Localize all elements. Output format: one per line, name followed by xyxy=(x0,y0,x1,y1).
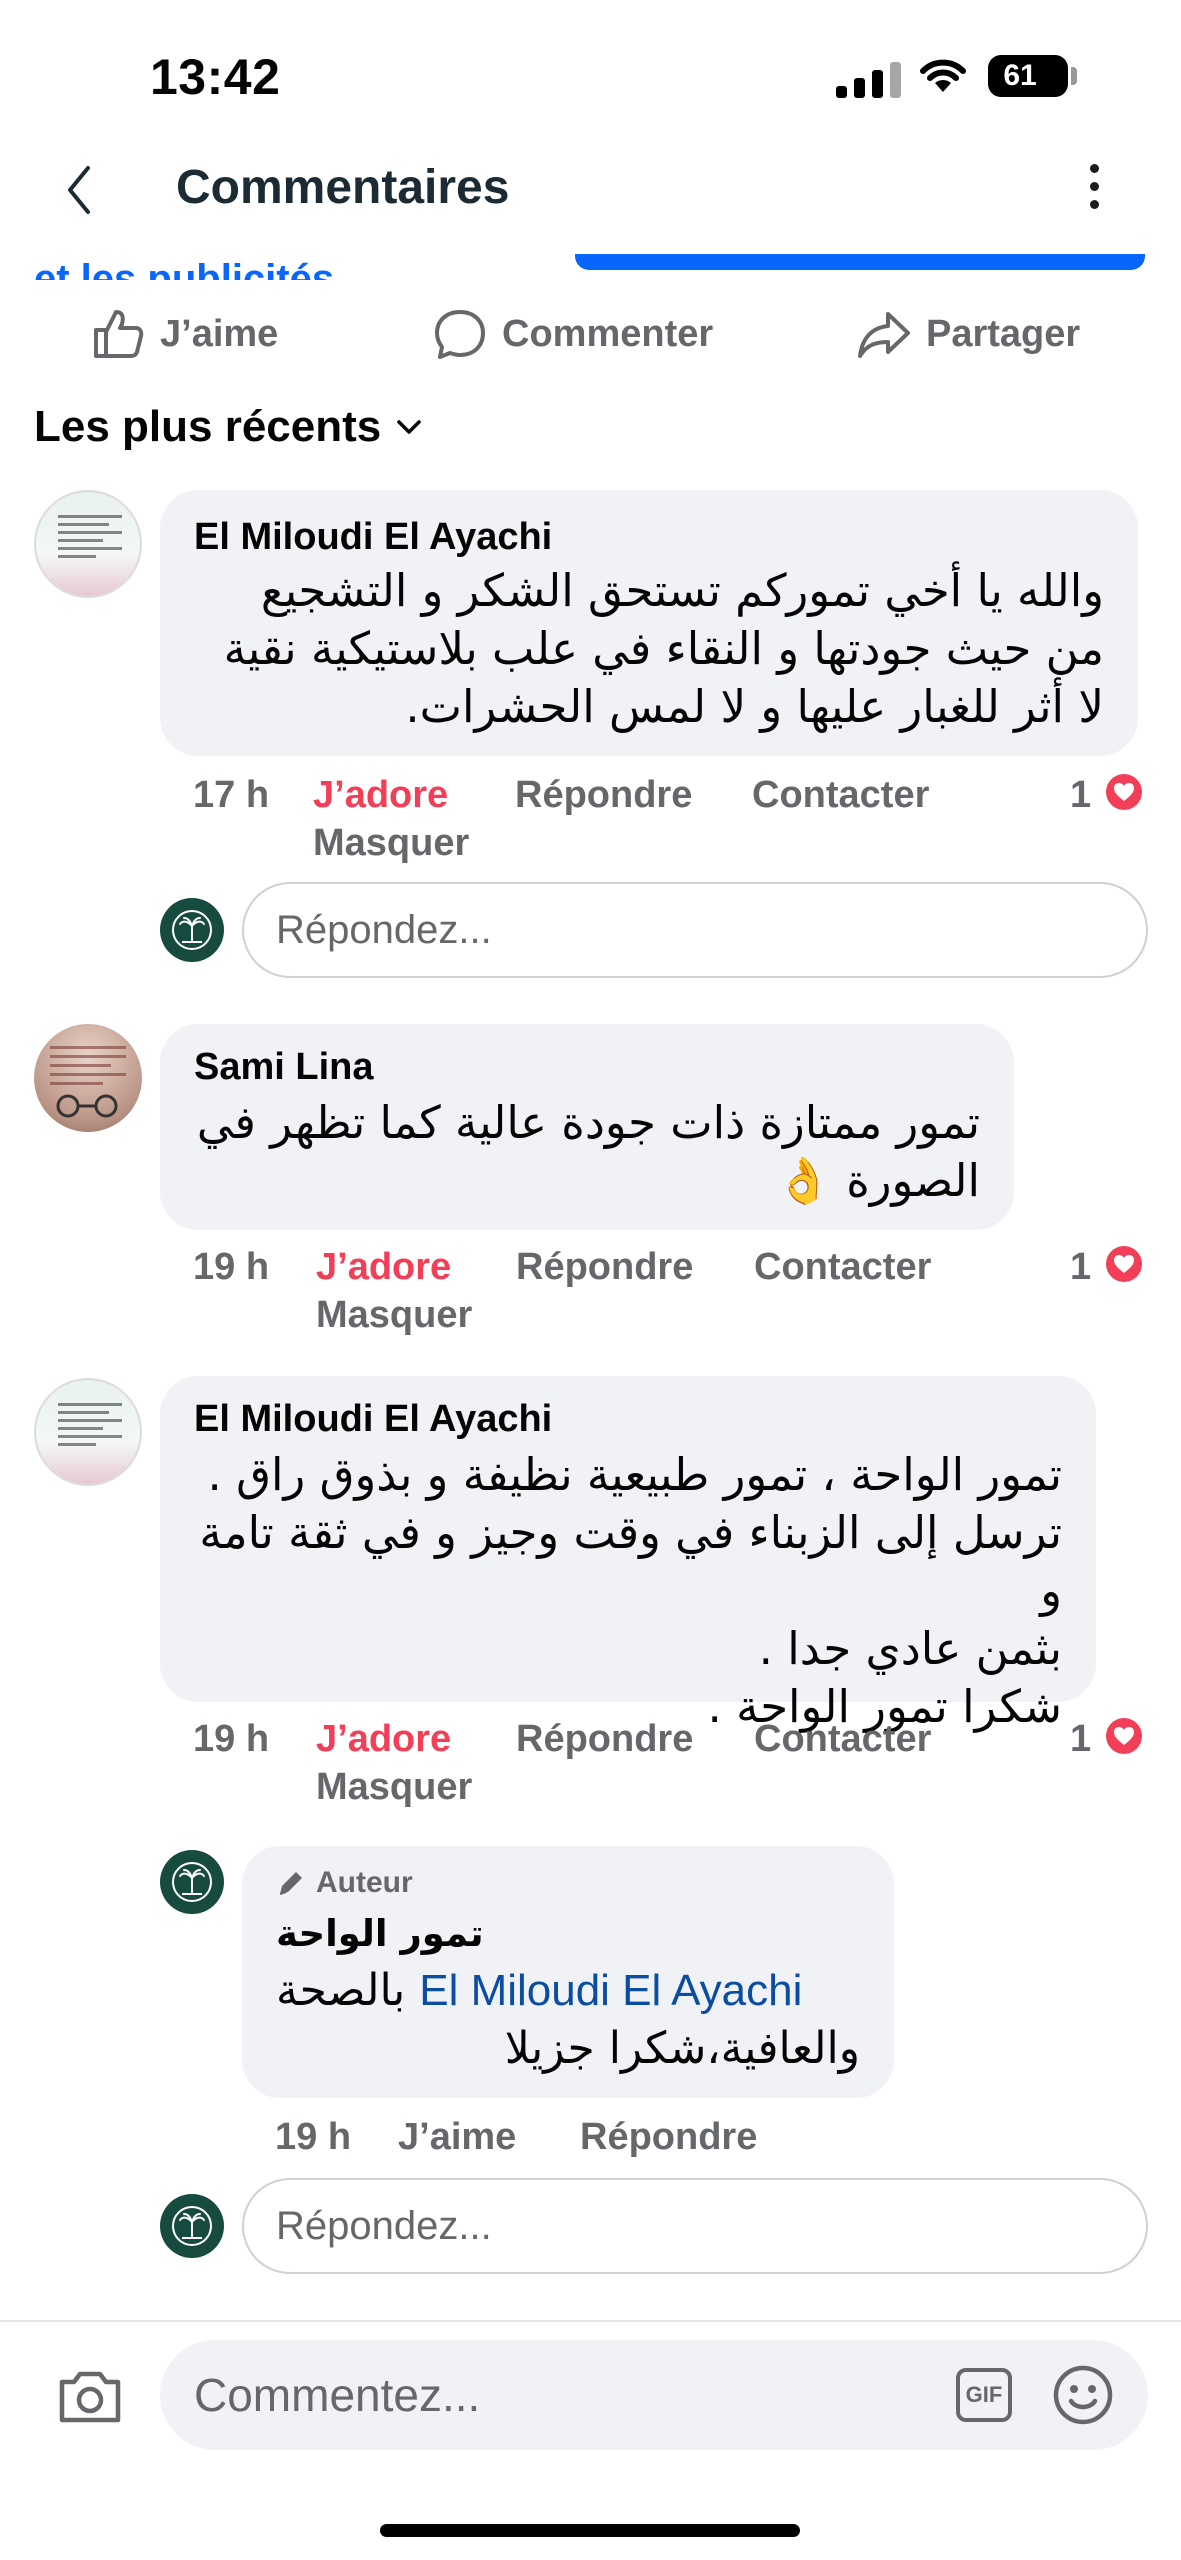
contact-button[interactable]: Contacter xyxy=(752,774,929,817)
comment-line: تمور الواحة ، تمور طبيعية نظيفة و بذوق ر… xyxy=(207,1448,1062,1501)
reply-input[interactable]: Répondez... xyxy=(242,882,1148,978)
like-button[interactable]: J’aime xyxy=(90,306,278,362)
reaction-count[interactable]: 1 xyxy=(1070,774,1091,817)
comment-bubble[interactable]: Sami Lina تمور ممتازة ذات جودة عالية كما… xyxy=(160,1024,1014,1230)
hide-button[interactable]: Masquer xyxy=(316,1294,472,1337)
chevron-down-icon xyxy=(397,420,422,434)
home-indicator[interactable] xyxy=(380,2524,800,2537)
comment-bubble[interactable]: El Miloudi El Ayachi تمور الواحة ، تمور … xyxy=(160,1376,1096,1733)
comment-line: بثمن عادي جدا . xyxy=(758,1622,1062,1675)
page-avatar[interactable] xyxy=(160,1850,224,1914)
battery-icon: 61 xyxy=(988,55,1077,97)
comment-time: 19 h xyxy=(193,1246,270,1288)
sort-dropdown[interactable]: Les plus récents xyxy=(34,402,423,452)
more-vertical-icon[interactable] xyxy=(1090,164,1099,209)
author-badge-label: Auteur xyxy=(316,1866,413,1899)
reaction-count[interactable]: 1 xyxy=(1070,1718,1091,1761)
page-avatar xyxy=(160,898,224,962)
comment-time: 17 h xyxy=(193,774,270,816)
contact-button[interactable]: Contacter xyxy=(754,1718,931,1761)
reply-text-line: والعافية،شكرا جزيلا xyxy=(504,2023,860,2074)
comment-time: 19 h xyxy=(193,1718,270,1760)
gif-icon[interactable]: GIF xyxy=(956,2368,1012,2422)
avatar[interactable] xyxy=(34,490,142,598)
reply-text: بالصحة El Miloudi El Ayachi والعافية،شكر… xyxy=(276,1962,860,2078)
post-partial-button[interactable] xyxy=(575,254,1145,270)
author-reply-bubble[interactable]: Auteur تمور الواحة بالصحة El Miloudi El … xyxy=(242,1846,894,2098)
page-title: Commentaires xyxy=(176,161,510,214)
palm-logo-icon xyxy=(172,1862,212,1902)
camera-icon[interactable] xyxy=(56,2366,124,2426)
hide-button[interactable]: Masquer xyxy=(316,1766,472,1809)
comment-text: تمور الواحة ، تمور طبيعية نظيفة و بذوق ر… xyxy=(182,1446,1062,1736)
back-chevron-icon[interactable] xyxy=(64,164,94,216)
like-label: J’aime xyxy=(160,312,279,355)
reply-button[interactable]: Répondre xyxy=(515,774,692,817)
avatar[interactable] xyxy=(34,1024,142,1132)
comment-label: Commenter xyxy=(502,312,714,355)
mention-link[interactable]: El Miloudi El Ayachi xyxy=(419,1966,802,2015)
comment-line: والله يا أخي تموركم تستحق الشكر و التشجي… xyxy=(260,564,1104,617)
status-time: 13:42 xyxy=(150,49,281,105)
share-button[interactable]: Partager xyxy=(856,306,1080,362)
comment-author[interactable]: El Miloudi El Ayachi xyxy=(194,1398,552,1441)
share-label: Partager xyxy=(926,312,1081,355)
comment-text: تمور ممتازة ذات جودة عالية كما تظهر في ا… xyxy=(180,1094,980,1210)
comment-line: لا أثر للغبار عليها و لا لمس الحشرات. xyxy=(405,680,1104,733)
hide-button[interactable]: Masquer xyxy=(313,822,469,865)
heart-icon xyxy=(1102,1714,1146,1758)
page-avatar xyxy=(160,2194,224,2258)
comment-bubble[interactable]: El Miloudi El Ayachi والله يا أخي تموركم… xyxy=(160,490,1138,756)
reply-text-arabic: بالصحة xyxy=(276,1965,406,2016)
author-badge: Auteur xyxy=(276,1866,413,1900)
like-reply-button[interactable]: J’aime xyxy=(398,2116,516,2159)
page-name[interactable]: تمور الواحة xyxy=(276,1912,484,1955)
comment-composer[interactable]: Commentez... GIF xyxy=(160,2340,1148,2450)
share-arrow-icon xyxy=(858,312,910,358)
divider xyxy=(0,2320,1181,2322)
smiley-icon[interactable] xyxy=(1052,2364,1114,2426)
react-button[interactable]: J’adore xyxy=(316,1246,451,1289)
reply-button[interactable]: Répondre xyxy=(580,2116,757,2159)
wifi-icon xyxy=(920,59,966,92)
thumbs-up-icon xyxy=(94,310,144,358)
reaction-count[interactable]: 1 xyxy=(1070,1246,1091,1289)
comment-line: تمور ممتازة ذات جودة عالية كما تظهر في xyxy=(196,1096,980,1149)
post-partial-text: et les publicités xyxy=(34,257,335,280)
palm-logo-icon xyxy=(172,910,212,950)
comment-text: والله يا أخي تموركم تستحق الشكر و التشجي… xyxy=(184,562,1104,736)
react-button[interactable]: J’adore xyxy=(313,774,448,817)
heart-icon xyxy=(1102,1242,1146,1286)
sort-label: Les plus récents xyxy=(34,402,382,451)
comment-line: ترسل إلى الزبناء في وقت وجيز و في ثقة تا… xyxy=(199,1506,1062,1617)
reply-button[interactable]: Répondre xyxy=(516,1718,693,1761)
battery-level: 61 xyxy=(1003,59,1037,92)
contact-button[interactable]: Contacter xyxy=(754,1246,931,1289)
comment-author[interactable]: Sami Lina xyxy=(194,1046,374,1089)
comment-bubble-icon xyxy=(435,310,485,359)
comment-line: الصورة 👌 xyxy=(775,1154,980,1207)
avatar[interactable] xyxy=(34,1378,142,1486)
reply-input[interactable]: Répondez... xyxy=(242,2178,1148,2274)
composer-input[interactable]: Commentez... xyxy=(194,2340,480,2450)
cellular-signal-icon xyxy=(836,62,901,98)
reply-time: 19 h xyxy=(275,2116,352,2158)
pencil-icon xyxy=(279,1872,302,1895)
react-button[interactable]: J’adore xyxy=(316,1718,451,1761)
palm-logo-icon xyxy=(172,2206,212,2246)
reply-button[interactable]: Répondre xyxy=(516,1246,693,1289)
heart-icon xyxy=(1102,770,1146,814)
comment-line: من حيث جودتها و النقاء في علب بلاستيكية … xyxy=(223,622,1104,675)
comment-button[interactable]: Commenter xyxy=(432,306,713,362)
comment-author[interactable]: El Miloudi El Ayachi xyxy=(194,516,552,559)
